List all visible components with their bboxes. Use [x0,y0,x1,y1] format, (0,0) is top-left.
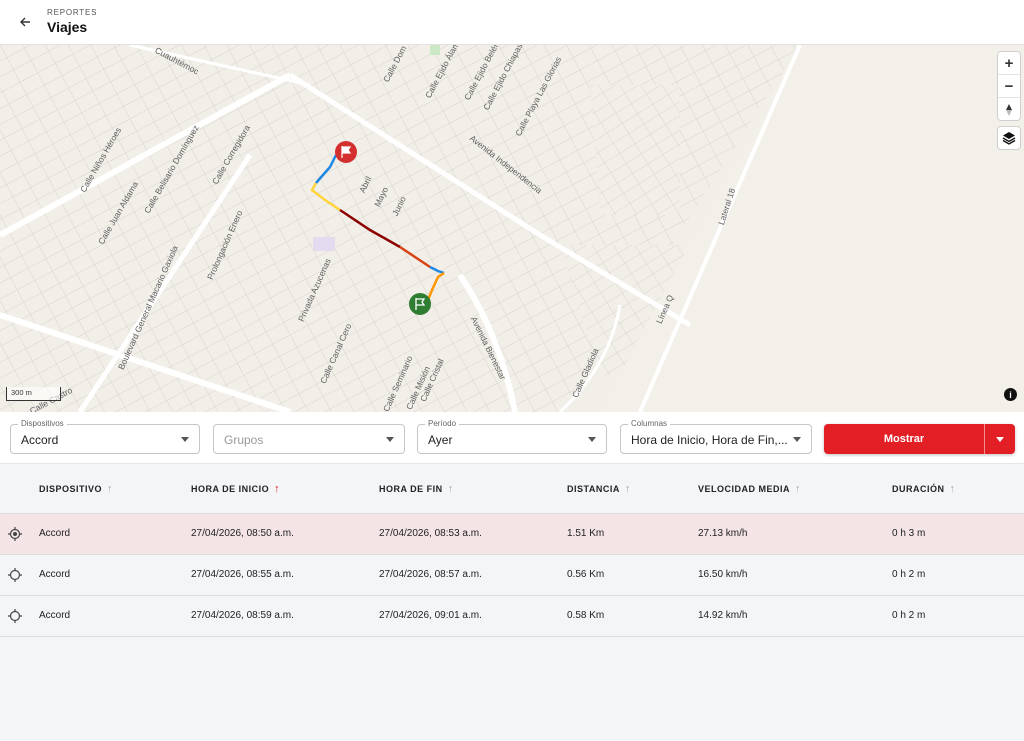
sort-arrow-icon: ↑ [949,482,956,495]
cell-hora-fin: 27/04/2026, 08:57 a.m. [371,554,559,596]
sort-arrow-icon: ↑ [624,482,631,495]
cell-duracion: 0 h 2 m [892,554,1024,596]
info-icon[interactable]: i [1004,388,1017,401]
grupos-select[interactable]: Grupos [213,424,405,454]
caret-down-icon [793,437,801,442]
zoom-out-button[interactable]: − [998,75,1020,98]
column-header-hora-fin[interactable]: HORA DE FIN ↑ [371,465,559,514]
crosshair-icon [8,608,22,623]
back-button[interactable] [14,11,36,33]
zoom-in-button[interactable]: + [998,52,1020,75]
layers-button[interactable] [997,126,1021,150]
cell-distancia: 1.51 Km [559,513,698,555]
caret-down-icon [588,437,596,442]
caret-down-icon [386,437,394,442]
sort-arrow-icon: ↑ [107,482,114,495]
cell-velocidad: 27.13 km/h [698,513,892,555]
show-button[interactable]: Mostrar [824,424,984,454]
cell-duracion: 0 h 2 m [892,595,1024,637]
column-header-dispositivo[interactable]: DISPOSITIVO ↑ [30,465,183,514]
arrow-left-icon [20,17,30,27]
show-button-group: Mostrar [824,424,1015,454]
field-placeholder: Grupos [224,433,264,447]
cell-velocidad: 14.92 km/h [698,595,892,637]
crosshair-icon [8,567,22,582]
cell-duracion: 0 h 3 m [892,513,1024,555]
cell-dispositivo: Accord [30,554,183,596]
sort-arrow-active-icon: ↑ [274,482,281,495]
trip-start-marker[interactable] [408,292,432,316]
breadcrumb: REPORTES [47,8,98,17]
cell-hora-inicio: 27/04/2026, 08:59 a.m. [183,595,371,637]
zoom-controls: + − [997,51,1021,121]
table-row[interactable]: Accord 27/04/2026, 08:55 a.m. 27/04/2026… [0,554,1024,596]
columnas-select[interactable]: Columnas Hora de Inicio, Hora de Fin,... [620,419,812,454]
column-header-hora-inicio[interactable]: HORA DE INICIO ↑ [183,465,371,514]
trip-end-marker[interactable] [334,140,358,164]
dispositivos-select[interactable]: Dispositivos Accord [10,419,200,454]
cell-velocidad: 16.50 km/h [698,554,892,596]
locate-trip-button[interactable] [0,567,30,582]
map-scale: 300 m [6,387,61,401]
reset-north-button[interactable] [998,98,1020,121]
cell-distancia: 0.56 Km [559,554,698,596]
field-label: Dispositivos [18,419,67,428]
column-header-duracion[interactable]: DURACIÓN ↑ [892,465,1024,514]
cell-distancia: 0.58 Km [559,595,698,637]
show-options-button[interactable] [984,424,1015,454]
periodo-select[interactable]: Período Ayer [417,419,607,454]
table-row[interactable]: Accord 27/04/2026, 08:59 a.m. 27/04/2026… [0,595,1024,637]
column-header-distancia[interactable]: DISTANCIA ↑ [559,465,698,514]
caret-down-icon [181,437,189,442]
map-view[interactable]: Cuauhtémoc Calle Niños Héroes Calle Juan… [0,45,1024,412]
trips-table: DISPOSITIVO ↑ HORA DE INICIO ↑ HORA DE FIN… [0,465,1024,637]
app-header: REPORTES Viajes [0,0,1024,45]
cell-hora-fin: 27/04/2026, 08:53 a.m. [371,513,559,555]
cell-hora-inicio: 27/04/2026, 08:50 a.m. [183,513,371,555]
sort-arrow-icon: ↑ [795,482,802,495]
minus-icon: − [1004,77,1014,95]
column-header-velocidad-media[interactable]: VELOCIDAD MEDIA ↑ [698,465,892,514]
locate-trip-button[interactable] [0,608,30,623]
field-label: Columnas [628,419,671,428]
filter-bar: Dispositivos Accord Grupos Período Ayer … [0,412,1024,464]
map-base-layer [0,45,1024,412]
field-value: Ayer [428,433,453,447]
locate-trip-button[interactable] [0,526,30,541]
layers-icon [1002,132,1016,145]
field-value: Hora de Inicio, Hora de Fin,... [631,433,788,447]
compass-icon [1006,103,1012,116]
cell-hora-inicio: 27/04/2026, 08:55 a.m. [183,554,371,596]
field-label: Período [425,419,460,428]
crosshair-filled-icon [8,526,22,541]
cell-dispositivo: Accord [30,595,183,637]
plus-icon: + [1004,54,1014,72]
table-row[interactable]: Accord 27/04/2026, 08:50 a.m. 27/04/2026… [0,513,1024,555]
cell-hora-fin: 27/04/2026, 09:01 a.m. [371,595,559,637]
cell-dispositivo: Accord [30,513,183,555]
page-title: Viajes [47,19,88,35]
table-header-row: DISPOSITIVO ↑ HORA DE INICIO ↑ HORA DE FIN… [0,465,1024,514]
sort-arrow-icon: ↑ [447,482,454,495]
field-value: Accord [21,433,59,447]
